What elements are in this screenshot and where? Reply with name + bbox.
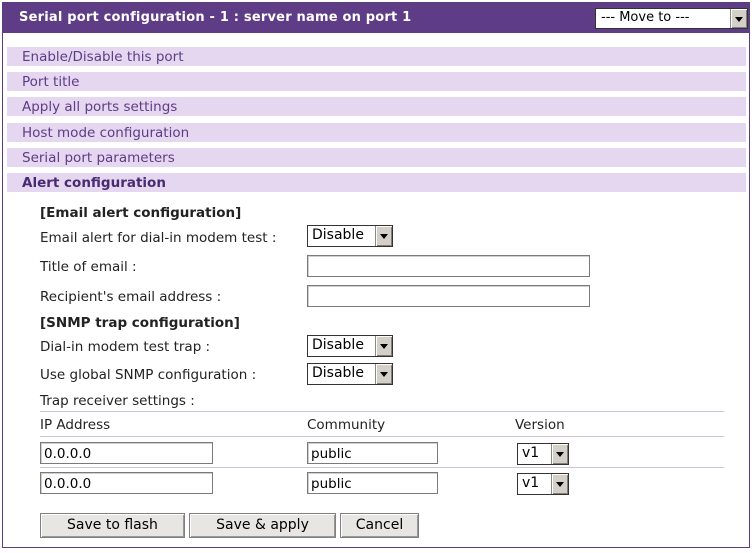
version-select-1[interactable]: v1 xyxy=(517,443,569,465)
email-title-label: Title of email : xyxy=(40,259,137,275)
version-value: v1 xyxy=(522,445,540,461)
chevron-down-icon[interactable] xyxy=(551,474,568,494)
snmp-dialin-value: Disable xyxy=(312,337,364,353)
chevron-down-icon[interactable] xyxy=(375,336,392,356)
global-snmp-value: Disable xyxy=(312,365,364,381)
divider xyxy=(40,411,724,412)
menu-item-label[interactable]: Enable/Disable this port xyxy=(22,49,184,65)
recipient-label: Recipient's email address : xyxy=(40,289,222,305)
chevron-down-icon[interactable] xyxy=(375,364,392,384)
menu-item-host-mode[interactable]: Host mode configuration xyxy=(7,123,746,142)
ip-input-2[interactable] xyxy=(40,472,213,494)
snmp-dialin-select[interactable]: Disable xyxy=(307,335,393,357)
page-title: Serial port configuration - 1 : server n… xyxy=(19,10,412,25)
email-dialin-label: Email alert for dial-in modem test : xyxy=(40,230,277,246)
menu-item-label[interactable]: Host mode configuration xyxy=(22,125,189,141)
col-header-version: Version xyxy=(515,417,565,433)
panel-header: Serial port configuration - 1 : server n… xyxy=(3,3,749,33)
save-to-flash-button[interactable]: Save to flash xyxy=(40,513,185,538)
ip-input-1[interactable] xyxy=(40,442,213,464)
divider xyxy=(40,436,724,437)
chevron-down-icon[interactable] xyxy=(730,9,747,28)
community-input-1[interactable] xyxy=(307,442,438,464)
chevron-down-icon[interactable] xyxy=(551,444,568,464)
version-select-2[interactable]: v1 xyxy=(517,473,569,495)
snmp-section-title: [SNMP trap configuration] xyxy=(40,315,240,331)
chevron-down-icon[interactable] xyxy=(375,226,392,246)
email-dialin-value: Disable xyxy=(312,227,364,243)
email-section-title: [Email alert configuration] xyxy=(40,205,242,221)
global-snmp-select[interactable]: Disable xyxy=(307,363,393,385)
menu-item-enable-disable[interactable]: Enable/Disable this port xyxy=(7,47,746,66)
recipient-input[interactable] xyxy=(307,285,590,307)
menu-item-port-title[interactable]: Port title xyxy=(7,72,746,91)
snmp-dialin-label: Dial-in modem test trap : xyxy=(40,339,211,355)
community-input-2[interactable] xyxy=(307,472,438,494)
config-panel: Serial port configuration - 1 : server n… xyxy=(2,2,750,548)
move-to-value: --- Move to --- xyxy=(601,10,690,25)
menu-item-label[interactable]: Alert configuration xyxy=(22,175,166,191)
version-value: v1 xyxy=(522,475,540,491)
col-header-community: Community xyxy=(307,417,386,433)
col-header-ip: IP Address xyxy=(40,417,111,433)
email-title-input[interactable] xyxy=(307,255,590,277)
cancel-button[interactable]: Cancel xyxy=(340,513,419,538)
global-snmp-label: Use global SNMP configuration : xyxy=(40,367,257,383)
save-apply-button[interactable]: Save & apply xyxy=(189,513,336,538)
divider xyxy=(40,467,724,468)
menu-item-alert-config[interactable]: Alert configuration xyxy=(7,173,746,192)
menu-item-label[interactable]: Serial port parameters xyxy=(22,150,175,166)
move-to-select[interactable]: --- Move to --- xyxy=(595,8,748,29)
menu-item-label[interactable]: Port title xyxy=(22,74,79,90)
menu-item-label[interactable]: Apply all ports settings xyxy=(22,99,177,115)
trap-receiver-label: Trap receiver settings : xyxy=(40,393,195,409)
menu-item-apply-all[interactable]: Apply all ports settings xyxy=(7,97,746,116)
email-dialin-select[interactable]: Disable xyxy=(307,225,393,247)
menu-item-serial-params[interactable]: Serial port parameters xyxy=(7,148,746,167)
